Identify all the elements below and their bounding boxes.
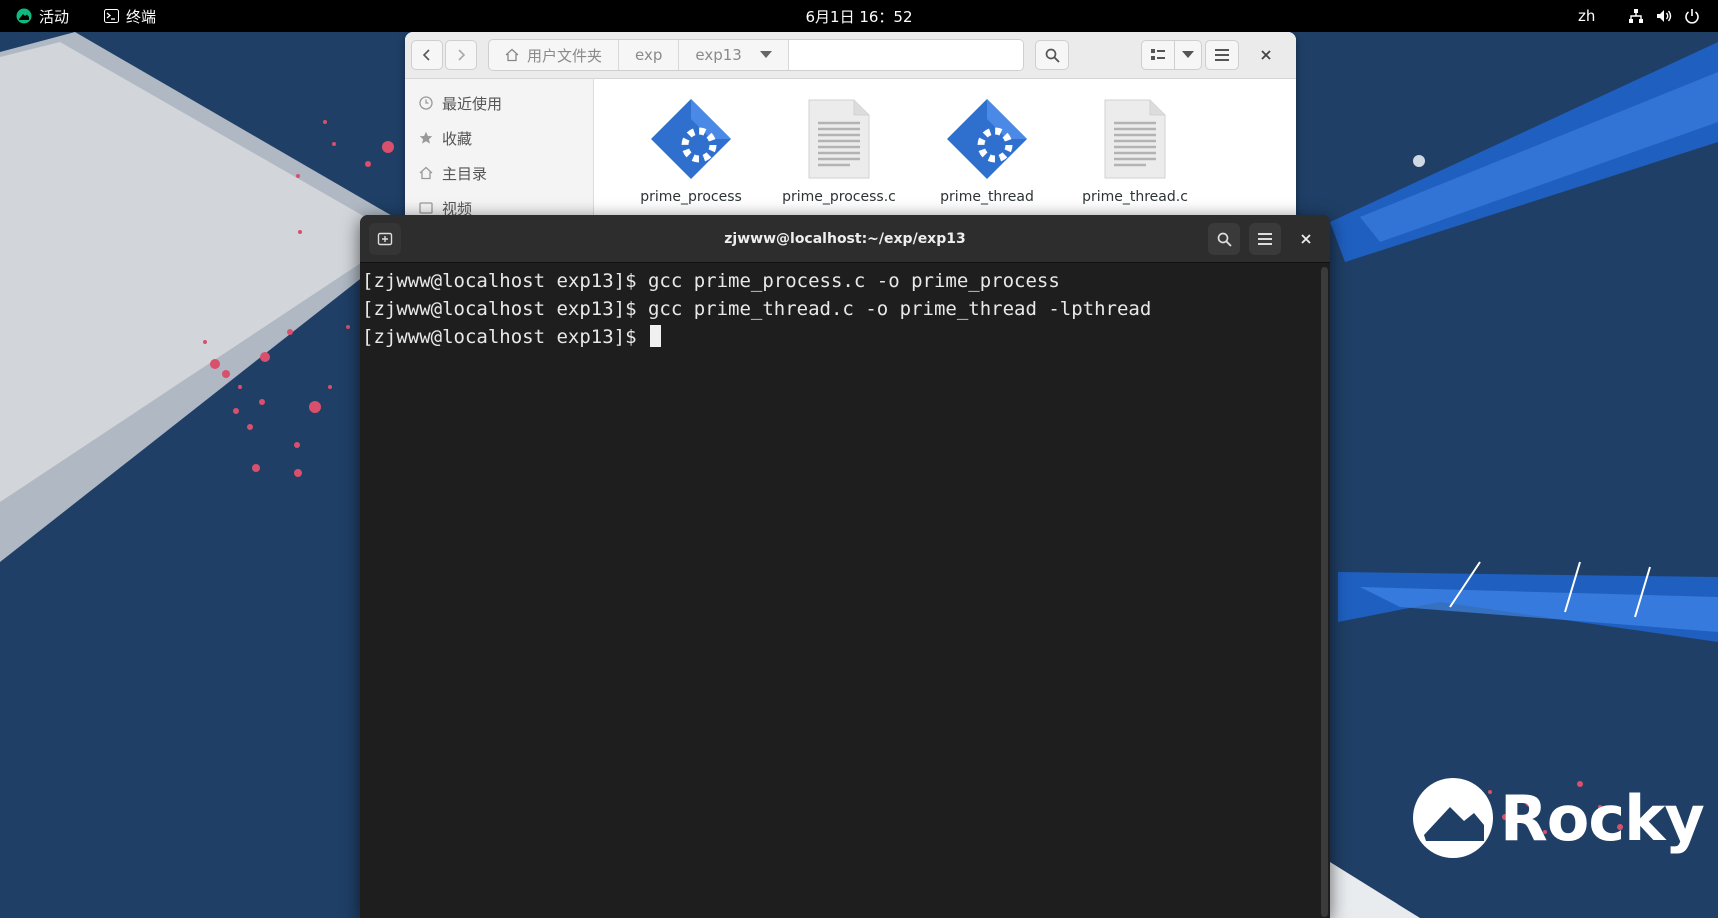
file-name: prime_thread.c <box>1082 189 1188 205</box>
executable-file-icon <box>947 99 1027 179</box>
terminal-menu-button[interactable] <box>1249 223 1281 255</box>
clock[interactable]: 6月1日 16：52 <box>805 6 912 27</box>
back-button[interactable] <box>411 40 443 70</box>
breadcrumb-home-label: 用户文件夹 <box>527 46 603 65</box>
sidebar-item-home[interactable]: 主目录 <box>419 158 487 188</box>
search-icon <box>1217 232 1232 247</box>
home-icon <box>419 166 433 180</box>
video-icon <box>419 202 433 214</box>
menu-button[interactable] <box>1205 40 1239 70</box>
terminal-line: [zjwww@localhost exp13]$ gcc prime_proce… <box>362 270 1060 292</box>
terminal-title: zjwww@localhost:~/exp/exp13 <box>724 230 966 247</box>
caret-down-icon <box>1182 51 1194 58</box>
breadcrumb: 用户文件夹 exp exp13 <box>488 39 1024 71</box>
file-view: prime_process prime_process.c prime_thre… <box>594 79 1296 218</box>
sidebar-item-recent[interactable]: 最近使用 <box>419 88 502 118</box>
terminal-scrollbar[interactable] <box>1321 267 1328 917</box>
text-file-icon <box>1104 99 1166 179</box>
search-button[interactable] <box>1035 40 1069 70</box>
sidebar-item-label: 最近使用 <box>442 94 503 113</box>
terminal-window: zjwww@localhost:~/exp/exp13 [zjwww@local… <box>360 215 1330 918</box>
breadcrumb-exp13[interactable]: exp13 <box>679 40 789 70</box>
file-item[interactable]: prime_process <box>611 79 771 205</box>
sidebar-item-label: 收藏 <box>442 129 473 148</box>
breadcrumb-empty-area <box>788 40 1023 70</box>
power-icon <box>1685 9 1699 24</box>
rocky-logo-text: Rocky <box>1500 781 1705 855</box>
breadcrumb-exp13-label: exp13 <box>695 46 742 64</box>
view-options-button[interactable] <box>1174 40 1202 70</box>
terminal-close-button[interactable] <box>1290 223 1322 255</box>
close-icon <box>1261 50 1271 60</box>
file-manager-window: 用户文件夹 exp exp13 最近使用 收藏 主目录 视频 prime_pro… <box>405 32 1296 218</box>
rocky-logo: Rocky <box>1410 775 1705 861</box>
file-item[interactable]: prime_thread.c <box>1055 79 1215 205</box>
terminal-prompt: [zjwww@localhost exp13]$ <box>362 326 648 348</box>
breadcrumb-exp-label: exp <box>635 46 663 64</box>
input-language-indicator[interactable]: zh <box>1578 0 1595 32</box>
file-manager-sidebar: 最近使用 收藏 主目录 视频 <box>405 79 594 218</box>
terminal-output[interactable]: [zjwww@localhost exp13]$ gcc prime_proce… <box>360 263 1320 918</box>
hamburger-menu-icon <box>1258 233 1272 245</box>
file-name: prime_process <box>640 189 742 205</box>
executable-file-icon <box>651 99 731 179</box>
app-menu-label: 终端 <box>126 7 157 26</box>
search-icon <box>1045 48 1060 63</box>
home-icon <box>505 48 519 62</box>
network-icon <box>1629 9 1643 23</box>
breadcrumb-home[interactable]: 用户文件夹 <box>489 40 620 70</box>
clock-container: 6月1日 16：52 <box>0 0 1718 32</box>
list-view-icon <box>1151 49 1165 60</box>
terminal-line: [zjwww@localhost exp13]$ gcc prime_threa… <box>362 298 1152 320</box>
sidebar-item-label: 主目录 <box>442 164 488 183</box>
top-bar: 活动 终端 6月1日 16：52 zh <box>0 0 1718 32</box>
terminal-headerbar: zjwww@localhost:~/exp/exp13 <box>360 215 1330 263</box>
close-icon <box>1301 234 1311 244</box>
app-menu-button[interactable]: 终端 <box>104 0 156 32</box>
breadcrumb-exp[interactable]: exp <box>619 40 680 70</box>
activities-button[interactable]: 活动 <box>16 0 69 32</box>
input-language-label: zh <box>1578 7 1596 25</box>
hamburger-menu-icon <box>1215 49 1229 61</box>
file-item[interactable]: prime_thread <box>907 79 1067 205</box>
rocky-small-icon <box>16 8 32 24</box>
caret-down-icon <box>759 51 772 58</box>
chevron-right-icon <box>458 49 466 61</box>
file-manager-headerbar: 用户文件夹 exp exp13 <box>405 32 1296 79</box>
forward-button[interactable] <box>445 40 477 70</box>
star-icon <box>419 131 433 144</box>
terminal-app-icon <box>104 9 119 23</box>
rocky-logo-icon <box>1413 778 1493 858</box>
view-toggle-button[interactable] <box>1141 40 1175 70</box>
close-button[interactable] <box>1250 40 1282 70</box>
system-tray[interactable] <box>1628 0 1700 32</box>
text-file-icon <box>808 99 870 179</box>
sidebar-item-starred[interactable]: 收藏 <box>419 123 472 153</box>
terminal-search-button[interactable] <box>1208 223 1240 255</box>
volume-icon <box>1657 10 1672 22</box>
file-name: prime_process.c <box>782 189 896 205</box>
clock-icon <box>419 96 433 110</box>
activities-label: 活动 <box>39 7 70 26</box>
terminal-prompt-line: [zjwww@localhost exp13]$ <box>362 323 1320 351</box>
file-name: prime_thread <box>940 189 1034 205</box>
file-item[interactable]: prime_process.c <box>759 79 919 205</box>
chevron-left-icon <box>422 49 430 61</box>
terminal-cursor <box>649 325 661 347</box>
